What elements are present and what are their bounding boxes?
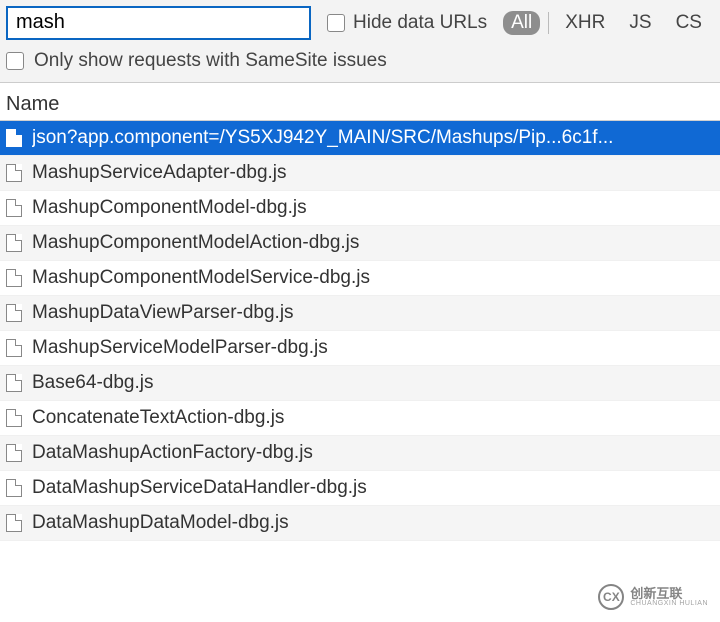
request-row[interactable]: MashupServiceModelParser-dbg.js xyxy=(0,331,720,366)
file-icon xyxy=(6,479,22,497)
request-name: DataMashupActionFactory-dbg.js xyxy=(32,442,313,464)
filter-xhr[interactable]: XHR xyxy=(557,10,613,36)
watermark-line1: 创新互联 xyxy=(630,587,708,600)
hide-data-urls[interactable]: Hide data URLs xyxy=(327,12,487,34)
hide-data-urls-label: Hide data URLs xyxy=(353,12,487,34)
type-filter: All XHR JS CS xyxy=(503,10,710,36)
file-icon xyxy=(6,234,22,252)
file-icon xyxy=(6,164,22,182)
request-row[interactable]: json?app.component=/YS5XJ942Y_MAIN/SRC/M… xyxy=(0,121,720,156)
request-name: MashupDataViewParser-dbg.js xyxy=(32,302,294,324)
request-row[interactable]: MashupComponentModel-dbg.js xyxy=(0,191,720,226)
file-icon xyxy=(6,199,22,217)
filter-css[interactable]: CS xyxy=(668,10,710,36)
watermark-logo-icon: CX xyxy=(598,584,624,610)
file-icon xyxy=(6,374,22,392)
network-toolbar: Hide data URLs All XHR JS CS xyxy=(0,0,720,44)
request-name: MashupComponentModel-dbg.js xyxy=(32,197,307,219)
request-row[interactable]: DataMashupServiceDataHandler-dbg.js xyxy=(0,471,720,506)
request-name: ConcatenateTextAction-dbg.js xyxy=(32,407,284,429)
watermark-line2: CHUANGXIN HULIAN xyxy=(630,600,708,607)
request-name: DataMashupDataModel-dbg.js xyxy=(32,512,289,534)
request-row[interactable]: MashupDataViewParser-dbg.js xyxy=(0,296,720,331)
samesite-label: Only show requests with SameSite issues xyxy=(34,50,387,72)
requests-list: json?app.component=/YS5XJ942Y_MAIN/SRC/M… xyxy=(0,121,720,541)
file-icon xyxy=(6,514,22,532)
request-name: json?app.component=/YS5XJ942Y_MAIN/SRC/M… xyxy=(32,127,613,149)
request-name: DataMashupServiceDataHandler-dbg.js xyxy=(32,477,367,499)
request-name: MashupComponentModelService-dbg.js xyxy=(32,267,370,289)
checkbox-icon[interactable] xyxy=(6,52,24,70)
filter-js[interactable]: JS xyxy=(621,10,659,36)
request-name: MashupServiceModelParser-dbg.js xyxy=(32,337,328,359)
file-icon xyxy=(6,304,22,322)
request-name: MashupServiceAdapter-dbg.js xyxy=(32,162,287,184)
filter-input[interactable] xyxy=(6,6,311,40)
separator xyxy=(548,12,549,34)
file-icon xyxy=(6,129,22,147)
watermark: CX 创新互联 CHUANGXIN HULIAN xyxy=(594,582,712,612)
request-row[interactable]: ConcatenateTextAction-dbg.js xyxy=(0,401,720,436)
file-icon xyxy=(6,409,22,427)
samesite-filter[interactable]: Only show requests with SameSite issues xyxy=(0,44,720,83)
request-row[interactable]: MashupComponentModelAction-dbg.js xyxy=(0,226,720,261)
file-icon xyxy=(6,444,22,462)
request-row[interactable]: MashupServiceAdapter-dbg.js xyxy=(0,156,720,191)
request-name: MashupComponentModelAction-dbg.js xyxy=(32,232,359,254)
request-row[interactable]: DataMashupActionFactory-dbg.js xyxy=(0,436,720,471)
file-icon xyxy=(6,339,22,357)
request-row[interactable]: MashupComponentModelService-dbg.js xyxy=(0,261,720,296)
request-name: Base64-dbg.js xyxy=(32,372,153,394)
column-header-name[interactable]: Name xyxy=(0,83,720,121)
request-row[interactable]: Base64-dbg.js xyxy=(0,366,720,401)
checkbox-icon[interactable] xyxy=(327,14,345,32)
filter-all[interactable]: All xyxy=(503,11,540,35)
request-row[interactable]: DataMashupDataModel-dbg.js xyxy=(0,506,720,541)
file-icon xyxy=(6,269,22,287)
